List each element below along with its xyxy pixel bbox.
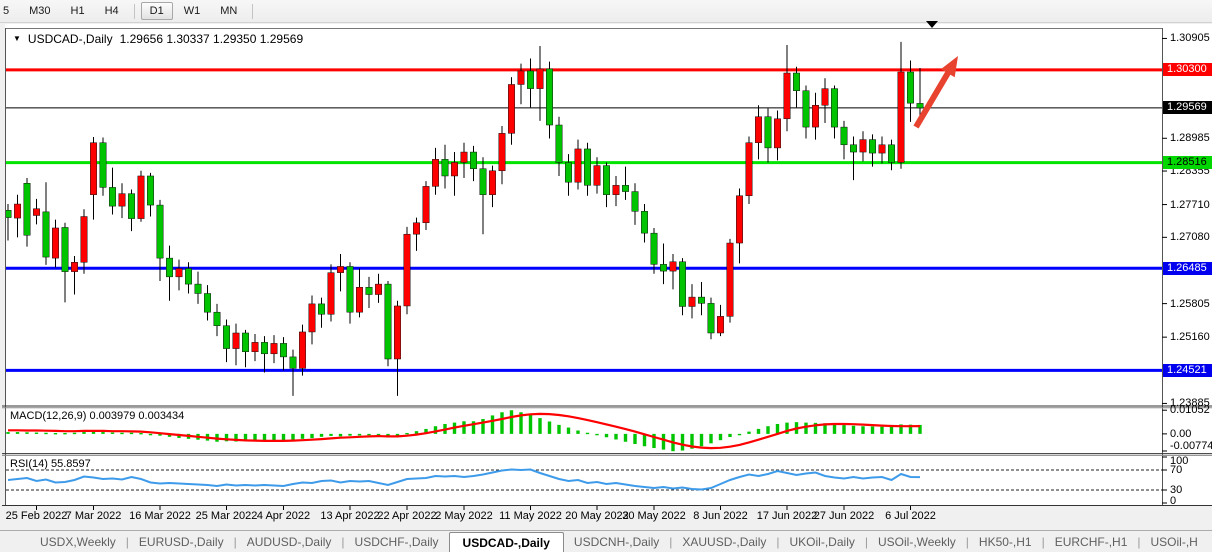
date-axis-label: 2 May 2022 [435, 510, 492, 522]
tabbar-lead-space [0, 531, 30, 552]
price-badge: 1.30300 [1163, 63, 1212, 76]
tab-usdchf-daily[interactable]: USDCHF-,Daily [345, 531, 449, 552]
date-axis-label: 11 May 2022 [499, 510, 562, 522]
date-axis-label: 22 Apr 2022 [377, 510, 436, 522]
rsi-axis-label: 0 [1170, 496, 1176, 507]
date-axis-label: 4 Apr 2022 [257, 510, 310, 522]
date-axis-label: 7 Mar 2022 [66, 510, 122, 522]
tab-usdcnh-daily[interactable]: USDCNH-,Daily [564, 531, 669, 552]
date-axis-label: 13 Apr 2022 [320, 510, 379, 522]
date-axis-label: 17 Jun 2022 [757, 510, 818, 522]
macd-axis-label: -0.007744 [1170, 441, 1212, 452]
price-tick-label: 1.25160 [1170, 332, 1210, 343]
price-tick-label: 1.27710 [1170, 200, 1210, 211]
tab-usoil-h[interactable]: USOil-,H [1141, 531, 1208, 552]
date-axis-label: 25 Feb 2022 [6, 510, 68, 522]
rsi-axis-label: 70 [1170, 465, 1182, 476]
date-axis-label: 30 May 2022 [622, 510, 686, 522]
tab-eurusd-daily[interactable]: EURUSD-,Daily [129, 531, 234, 552]
price-badge: 1.24521 [1163, 364, 1212, 377]
rsi-panel [6, 470, 1162, 491]
price-badge: 1.28516 [1163, 156, 1212, 169]
price-tick-label: 1.27080 [1170, 232, 1210, 243]
tab-eurchf-h1[interactable]: EURCHF-,H1 [1045, 531, 1138, 552]
price-badge: 1.29569 [1163, 101, 1212, 114]
date-axis-label: 16 Mar 2022 [129, 510, 191, 522]
tab-usoil-weekly[interactable]: USOil-,Weekly [868, 531, 966, 552]
symbol-tabbar: USDX,Weekly|EURUSD-,Daily|AUDUSD-,Daily|… [0, 530, 1212, 552]
tab-usdcad-daily[interactable]: USDCAD-,Daily [449, 532, 564, 552]
date-axis-label: 6 Jul 2022 [885, 510, 936, 522]
date-axis-label: 20 May 2022 [565, 510, 629, 522]
tab-audusd-daily[interactable]: AUDUSD-,Daily [237, 531, 342, 552]
down-triangle-marker[interactable] [926, 21, 938, 28]
chart-ohlc-values: 1.29656 1.30337 1.29350 1.29569 [120, 32, 304, 46]
candles-layer[interactable] [5, 42, 923, 396]
chart-canvas[interactable] [0, 0, 1212, 551]
tab-usdx-weekly[interactable]: USDX,Weekly [30, 531, 126, 552]
price-tick-label: 1.28985 [1170, 133, 1210, 144]
tab-xauusd-daily[interactable]: XAUUSD-,Daily [672, 531, 776, 552]
price-tick-label: 1.30905 [1170, 33, 1210, 44]
chart-symbol-label: USDCAD-,Daily [28, 32, 113, 46]
tab-hk50-h1[interactable]: HK50-,H1 [969, 531, 1042, 552]
price-tick-label: 1.25805 [1170, 299, 1210, 310]
rsi-indicator-label: RSI(14) 55.8597 [10, 458, 91, 470]
tab-ukoil-daily[interactable]: UKOil-,Daily [780, 531, 865, 552]
rsi-line [8, 470, 920, 490]
macd-indicator-label: MACD(12,26,9) 0.003979 0.003434 [10, 410, 184, 422]
tab-scroll-buttons: ◄► [1208, 531, 1212, 552]
horizontal-level-lines[interactable] [6, 70, 1162, 370]
mt4-chart-screen: { "toolbar": { "partial_button": "5", "t… [0, 0, 1212, 551]
chart-title: ▼ USDCAD-,Daily 1.29656 1.30337 1.29350 … [13, 32, 303, 46]
date-axis-label: 25 Mar 2022 [196, 510, 258, 522]
trend-arrow-annotation[interactable] [916, 56, 958, 127]
chart-dropdown-icon[interactable]: ▼ [13, 35, 21, 43]
macd-axis-label: 0.01052 [1170, 405, 1210, 416]
date-axis-label: 27 Jun 2022 [814, 510, 875, 522]
price-badge: 1.26485 [1163, 262, 1212, 275]
macd-axis-label: 0.00 [1170, 429, 1191, 440]
date-axis-label: 8 Jun 2022 [693, 510, 747, 522]
